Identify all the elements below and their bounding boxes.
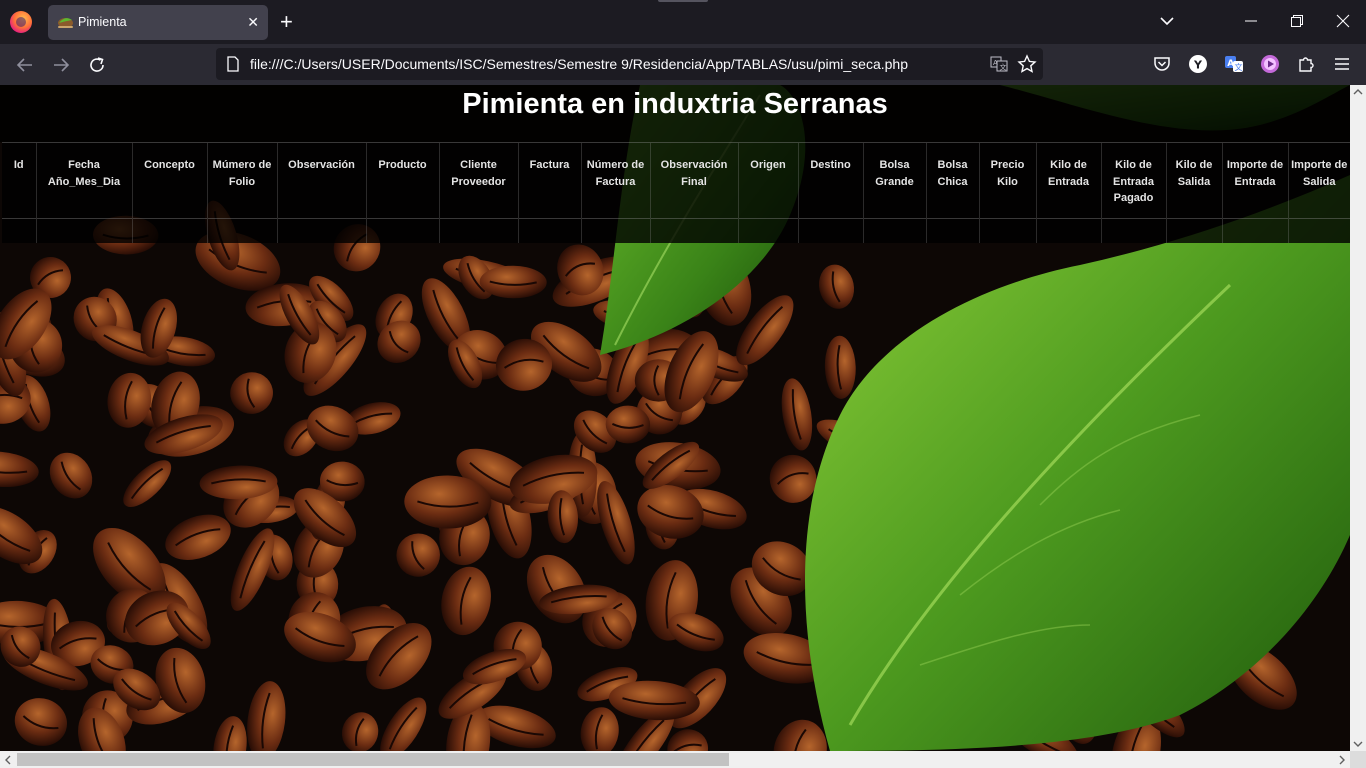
svg-text:A: A — [993, 59, 998, 67]
table-row — [2, 218, 1350, 243]
column-header-numero-factura: Número de Factura — [580, 142, 650, 219]
column-header-bolsa-chica: Bolsa Chica — [925, 142, 979, 219]
column-header-producto: Producto — [365, 142, 439, 219]
tab-bar: Pimienta ✕ + — [0, 0, 1366, 44]
hamburger-menu-icon[interactable] — [1332, 54, 1352, 74]
table-cell — [2, 218, 36, 243]
leaf-favicon-icon — [58, 18, 73, 28]
column-header-kilo-salida: Kilo de Salida — [1165, 142, 1222, 219]
page-icon[interactable] — [226, 56, 240, 72]
scroll-left-arrow-icon[interactable] — [4, 755, 12, 765]
page-header: Pimienta en induxtria Serranas — [0, 85, 1350, 142]
reload-icon[interactable] — [87, 55, 107, 75]
table-cell — [438, 218, 518, 243]
translator-extension-icon[interactable]: A 文 — [1224, 54, 1244, 74]
table-cell — [1035, 218, 1101, 243]
column-header-id: Id — [2, 142, 36, 219]
column-header-observacion-final: Observación Final — [649, 142, 738, 219]
table-cell — [1100, 218, 1166, 243]
media-extension-icon[interactable] — [1260, 54, 1280, 74]
table-cell — [517, 218, 581, 243]
new-tab-icon[interactable]: + — [280, 9, 293, 35]
scrollbar-corner — [1350, 751, 1366, 768]
extensions-puzzle-icon[interactable] — [1296, 54, 1316, 74]
horizontal-scrollbar[interactable] — [0, 751, 1350, 768]
firefox-menu-icon[interactable] — [10, 11, 32, 33]
column-header-precio-kilo: Precio Kilo — [978, 142, 1036, 219]
back-arrow-icon[interactable] — [15, 55, 35, 75]
table-cell — [649, 218, 738, 243]
horizontal-scroll-thumb[interactable] — [17, 753, 729, 766]
minimize-icon[interactable] — [1244, 12, 1258, 30]
table-cell — [580, 218, 650, 243]
svg-text:文: 文 — [1000, 63, 1007, 72]
table-cell — [737, 218, 798, 243]
column-header-numero-folio: Múmero de Folio — [206, 142, 277, 219]
list-all-tabs-icon[interactable] — [1159, 13, 1175, 29]
table-cell — [925, 218, 979, 243]
tab-pimienta[interactable]: Pimienta ✕ — [48, 5, 268, 40]
table-cell — [276, 218, 366, 243]
scroll-up-arrow-icon[interactable] — [1353, 88, 1363, 96]
column-header-kilo-entrada: Kilo de Entrada — [1035, 142, 1101, 219]
page-viewport: Pimienta en induxtria Serranas Id Fecha … — [0, 85, 1350, 751]
tab-title: Pimienta — [78, 15, 127, 29]
table-cell — [131, 218, 207, 243]
table-cell — [1165, 218, 1222, 243]
vertical-scrollbar[interactable] — [1350, 85, 1366, 751]
forward-arrow-icon[interactable] — [51, 55, 71, 75]
tab-close-icon[interactable]: ✕ — [247, 12, 259, 32]
yandex-extension-icon[interactable]: Y — [1188, 54, 1208, 74]
column-header-cliente-proveedor: Cliente Proveedor — [438, 142, 518, 219]
bookmark-star-icon[interactable] — [1017, 54, 1037, 74]
column-header-kilo-entrada-pagado: Kilo de Entrada Pagado — [1100, 142, 1166, 219]
url-bar[interactable]: file:///C:/Users/USER/Documents/ISC/Seme… — [216, 48, 1043, 80]
column-header-importe-entrada: Importe de Entrada — [1221, 142, 1288, 219]
column-header-observacion: Observación — [276, 142, 366, 219]
column-header-fecha: Fecha Año_Mes_Dia — [35, 142, 132, 219]
column-header-bolsa-grande: Bolsa Grande — [862, 142, 926, 219]
svg-text:Y: Y — [1193, 59, 1203, 72]
drag-handle[interactable] — [658, 0, 708, 2]
scroll-down-arrow-icon[interactable] — [1353, 740, 1363, 748]
table-cell — [1221, 218, 1288, 243]
column-header-importe-salida: Importe de Salida — [1287, 142, 1350, 219]
column-header-factura: Factura — [517, 142, 581, 219]
table-cell — [797, 218, 863, 243]
translate-icon[interactable]: A 文 — [990, 56, 1008, 72]
scroll-right-arrow-icon[interactable] — [1338, 755, 1346, 765]
navigation-toolbar: file:///C:/Users/USER/Documents/ISC/Seme… — [0, 44, 1366, 85]
column-header-destino: Destino — [797, 142, 863, 219]
pocket-icon[interactable] — [1152, 54, 1172, 74]
table-cell — [206, 218, 277, 243]
table-cell — [862, 218, 926, 243]
data-table: Id Fecha Año_Mes_Dia Concepto Múmero de … — [2, 142, 1350, 243]
svg-text:文: 文 — [1235, 62, 1243, 72]
table-header-row: Id Fecha Año_Mes_Dia Concepto Múmero de … — [2, 142, 1350, 219]
page-title: Pimienta en induxtria Serranas — [462, 88, 888, 120]
table-cell — [1287, 218, 1350, 243]
column-header-origen: Origen — [737, 142, 798, 219]
table-cell — [35, 218, 132, 243]
table-cell — [978, 218, 1036, 243]
window-close-icon[interactable] — [1336, 14, 1350, 28]
column-header-concepto: Concepto — [131, 142, 207, 219]
restore-icon[interactable] — [1290, 14, 1304, 28]
url-text[interactable]: file:///C:/Users/USER/Documents/ISC/Seme… — [250, 56, 908, 72]
table-cell — [365, 218, 439, 243]
